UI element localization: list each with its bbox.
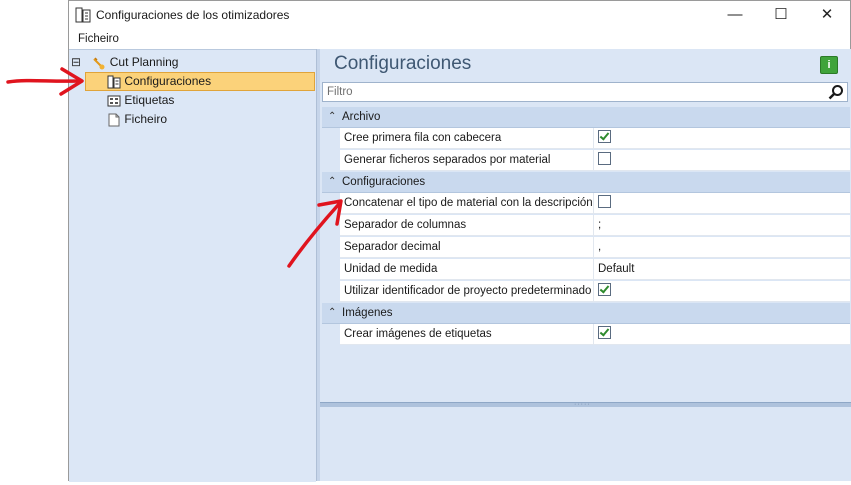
tree-item-label: Cut Planning — [109, 55, 179, 69]
property-value[interactable]: Default — [594, 259, 850, 280]
category-imagenes[interactable]: ⌃ Imágenes — [322, 303, 850, 324]
property-row[interactable]: Unidad de medida Default — [322, 259, 850, 281]
collapse-chevron-icon[interactable]: ⌃ — [328, 303, 336, 323]
property-row[interactable]: Generar ficheros separados por material — [322, 150, 850, 172]
cut-planning-icon — [93, 57, 105, 70]
settings-content: Configuraciones i ⌃ Archivo Cree primera… — [320, 49, 851, 481]
annotation-arrow-icon — [6, 67, 84, 96]
collapse-chevron-icon[interactable]: ⌃ — [328, 172, 336, 192]
category-label: Archivo — [342, 111, 381, 123]
labels-icon — [107, 95, 121, 107]
search-icon[interactable] — [828, 84, 844, 100]
property-row[interactable]: Utilizar identificador de proyecto prede… — [322, 281, 850, 303]
checkbox-unchecked[interactable] — [598, 195, 611, 209]
filter-input[interactable] — [323, 83, 821, 101]
property-name: Unidad de medida — [340, 259, 594, 280]
settings-window: Configuraciones de los otimizadores — ☐ … — [68, 0, 851, 482]
property-value[interactable]: , — [594, 237, 850, 258]
property-value — [594, 324, 850, 345]
property-row[interactable]: Crear imágenes de etiquetas — [322, 324, 850, 346]
category-label: Configuraciones — [342, 176, 426, 188]
property-value — [594, 281, 850, 302]
property-grid: ⌃ Archivo Cree primera fila con cabecera… — [322, 107, 850, 346]
window-title: Configuraciones de los otimizadores — [96, 8, 290, 22]
property-name: Generar ficheros separados por material — [340, 150, 594, 171]
tree-item-configuraciones[interactable]: Configuraciones — [107, 72, 211, 91]
property-name: Utilizar identificador de proyecto prede… — [340, 281, 594, 302]
info-icon[interactable]: i — [820, 56, 838, 74]
property-value[interactable]: ; — [594, 215, 850, 236]
title-bar[interactable]: Configuraciones de los otimizadores — ☐ … — [69, 1, 850, 30]
annotation-arrow-icon — [287, 199, 343, 268]
menu-bar: Ficheiro — [69, 30, 850, 50]
maximize-button[interactable]: ☐ — [758, 1, 804, 30]
close-button[interactable]: ✕ — [804, 1, 850, 30]
checkbox-checked[interactable] — [598, 130, 611, 144]
tree-item-etiquetas[interactable]: Etiquetas — [107, 91, 174, 110]
property-row[interactable]: Separador de columnas ; — [322, 215, 850, 237]
category-configuraciones[interactable]: ⌃ Configuraciones — [322, 172, 850, 193]
tree-item-label: Ficheiro — [124, 112, 168, 126]
tree-item-label: Etiquetas — [124, 93, 175, 107]
checkbox-checked[interactable] — [598, 326, 611, 340]
app-icon — [75, 7, 91, 23]
category-archivo[interactable]: ⌃ Archivo — [322, 107, 850, 128]
page-title: Configuraciones — [334, 53, 472, 74]
property-row[interactable]: Separador decimal , — [322, 237, 850, 259]
tree-item-label: Configuraciones — [124, 74, 212, 88]
property-row[interactable]: Concatenar el tipo de material con la de… — [322, 193, 850, 215]
tree-item-cut-planning[interactable]: ⊟ Cut Planning — [71, 53, 178, 72]
property-value — [594, 128, 850, 149]
checkbox-checked[interactable] — [598, 283, 611, 297]
property-value — [594, 193, 850, 214]
tree-item-ficheiro[interactable]: Ficheiro — [107, 110, 167, 129]
collapse-chevron-icon[interactable]: ⌃ — [328, 107, 336, 127]
tree-panel: ⊟ Cut Planning Configuraciones Etiquetas… — [69, 49, 316, 482]
property-name: Crear imágenes de etiquetas — [340, 324, 594, 345]
file-icon — [108, 113, 120, 127]
property-name: Cree primera fila con cabecera — [340, 128, 594, 149]
description-pane — [320, 407, 851, 481]
property-name: Concatenar el tipo de material con la de… — [340, 193, 594, 214]
settings-document-icon — [107, 75, 121, 89]
property-name: Separador de columnas — [340, 215, 594, 236]
category-label: Imágenes — [342, 307, 393, 319]
property-name: Separador decimal — [340, 237, 594, 258]
property-value — [594, 150, 850, 171]
property-row[interactable]: Cree primera fila con cabecera — [322, 128, 850, 150]
filter-box — [322, 82, 848, 102]
checkbox-unchecked[interactable] — [598, 152, 611, 166]
minimize-button[interactable]: — — [712, 1, 758, 30]
menu-item-file[interactable]: Ficheiro — [78, 33, 119, 45]
